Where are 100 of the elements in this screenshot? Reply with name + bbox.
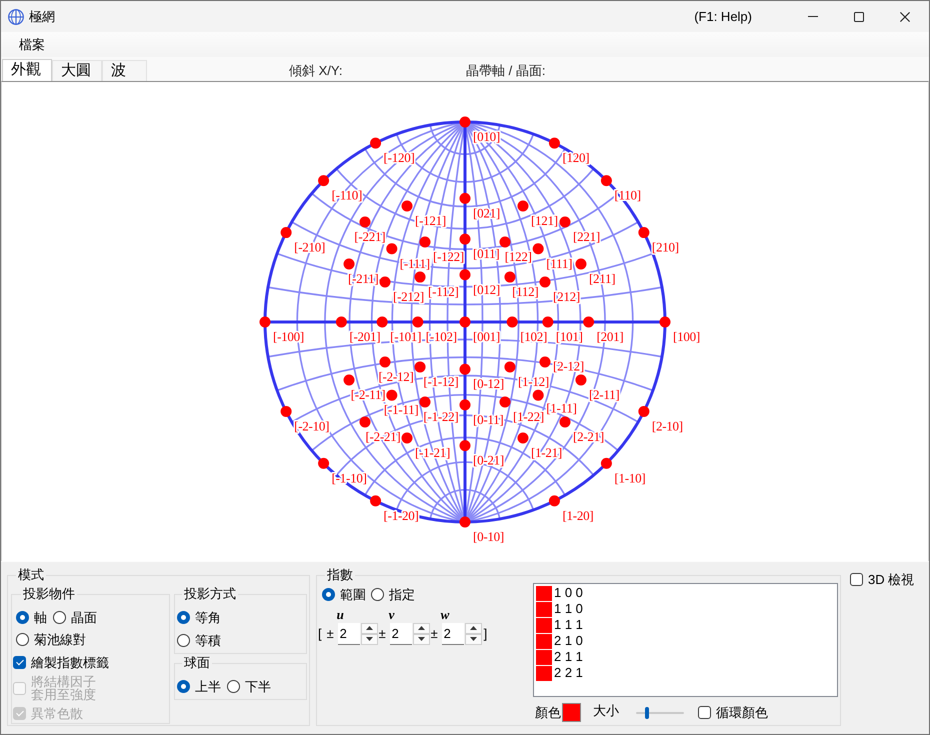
tab[interactable]: 大圓 — [52, 60, 102, 81]
pole-label: [-212] — [393, 289, 424, 304]
pole-marker — [504, 272, 516, 283]
radio-button[interactable] — [227, 680, 240, 692]
list-item[interactable]: 1 1 1 — [554, 617, 583, 633]
radio-button[interactable] — [177, 634, 190, 646]
caret-up-icon — [366, 626, 373, 630]
list-item[interactable]: 2 2 1 — [554, 665, 583, 681]
spin-field[interactable]: 2 — [390, 622, 412, 644]
tab[interactable]: 外觀 — [2, 59, 52, 81]
pole-label: [-110] — [332, 188, 362, 203]
pole-marker — [600, 175, 612, 186]
radio-label: 指定 — [389, 588, 415, 600]
checkbox[interactable] — [698, 706, 711, 719]
family-list[interactable]: 1 0 0 1 1 0 1 1 1 2 1 0 2 1 1 2 2 1 — [533, 583, 838, 697]
pole-marker — [414, 272, 426, 283]
spin-field[interactable]: 2 — [338, 622, 360, 644]
slider-thumb[interactable] — [644, 706, 649, 718]
radio-button[interactable] — [371, 588, 384, 600]
pole-label: [-121] — [415, 213, 446, 228]
radio-button[interactable] — [177, 610, 190, 624]
plus-minus-sign: ± — [378, 626, 387, 641]
checkbox[interactable] — [13, 656, 26, 669]
pole-marker — [517, 200, 528, 212]
spin-field[interactable]: 2 — [442, 622, 464, 644]
pole-marker — [280, 227, 292, 238]
tab[interactable]: 波 — [102, 60, 147, 81]
help-hint: (F1: Help) — [694, 9, 752, 24]
pole-label: [1-10] — [614, 470, 646, 486]
globe-icon — [8, 8, 24, 24]
radio-label: 上半 — [195, 680, 221, 692]
plus-minus-sign: ± — [430, 626, 439, 641]
pole-label: [-201] — [349, 329, 380, 344]
caret-down-icon — [366, 637, 373, 641]
pole-marker — [560, 416, 570, 428]
pole-marker — [360, 416, 370, 428]
pole-marker — [460, 364, 470, 375]
spin-down-button[interactable] — [360, 634, 378, 644]
checkbox-label: 循環顏色 — [716, 706, 768, 719]
spin-up-button[interactable] — [464, 622, 482, 634]
pole-marker — [402, 432, 413, 444]
list-item[interactable]: 2 1 0 — [554, 633, 583, 649]
pole-marker — [460, 116, 470, 128]
radio-button[interactable] — [16, 632, 29, 646]
pole-label: [201] — [596, 329, 624, 344]
pole-label: [-101] — [390, 329, 422, 344]
pole-marker — [386, 390, 398, 401]
pole-label: [-1-12] — [423, 374, 458, 389]
axis-label: u — [336, 608, 344, 622]
pole-marker — [500, 396, 510, 408]
pole-marker — [560, 216, 570, 228]
group-title: 投影方式 — [183, 587, 237, 601]
list-item[interactable]: 1 0 0 — [554, 585, 583, 601]
pole-label: [-111] — [400, 256, 430, 271]
pole-label: [1-22] — [513, 409, 544, 424]
caret-up-icon — [418, 626, 425, 630]
size-slider[interactable] — [636, 706, 684, 718]
pole-marker — [460, 399, 470, 410]
radio-button[interactable] — [322, 588, 335, 600]
list-item[interactable]: 1 1 0 — [554, 601, 583, 617]
pole-marker — [600, 458, 612, 469]
pole-label: [1-11] — [546, 400, 577, 416]
close-bracket: ] — [484, 625, 488, 643]
color-picker-button[interactable] — [562, 703, 581, 722]
pole-label: [-102] — [426, 329, 457, 344]
checkbox-label: 套用至強度 — [31, 688, 96, 701]
radio-button[interactable] — [177, 680, 190, 692]
pole-label: [1-20] — [562, 508, 594, 523]
pole-label: [0-11] — [473, 412, 504, 427]
list-item[interactable]: 2 1 1 — [554, 649, 583, 665]
pole-marker — [376, 316, 388, 328]
pole-label: [100] — [673, 329, 700, 344]
menu-item[interactable]: 檔案 — [19, 36, 45, 54]
pole-marker — [370, 138, 382, 149]
spin-up-button[interactable] — [412, 622, 430, 634]
pole-label: [011] — [473, 246, 500, 262]
radio-label: 下半 — [245, 680, 271, 692]
pole-label: [2-10] — [652, 418, 683, 434]
checkbox[interactable] — [850, 573, 863, 586]
radio-button[interactable] — [16, 610, 29, 624]
pole-marker — [583, 316, 594, 328]
readout-label: 晶帶軸 / 晶面: — [466, 63, 546, 78]
pole-marker — [344, 374, 355, 386]
pole-marker — [318, 175, 330, 186]
open-bracket: [ — [318, 625, 322, 643]
pole-label: [-1-21] — [415, 444, 450, 460]
window-title: 極網 — [29, 8, 55, 26]
pole-label: [2-12] — [553, 358, 584, 374]
radio-button[interactable] — [53, 610, 66, 624]
radio-label: 菊池線對 — [34, 632, 86, 646]
group-title: 投影物件 — [22, 587, 76, 601]
pole-label: [210] — [652, 240, 679, 255]
spin-up-button[interactable] — [360, 622, 378, 634]
spin-down-button[interactable] — [412, 634, 430, 644]
size-label: 大小 — [593, 702, 619, 720]
radio-label: 軸 — [34, 610, 47, 624]
pole-marker — [638, 227, 650, 238]
pole-marker — [575, 374, 586, 386]
spin-down-button[interactable] — [464, 634, 482, 644]
pole-marker — [380, 356, 390, 368]
